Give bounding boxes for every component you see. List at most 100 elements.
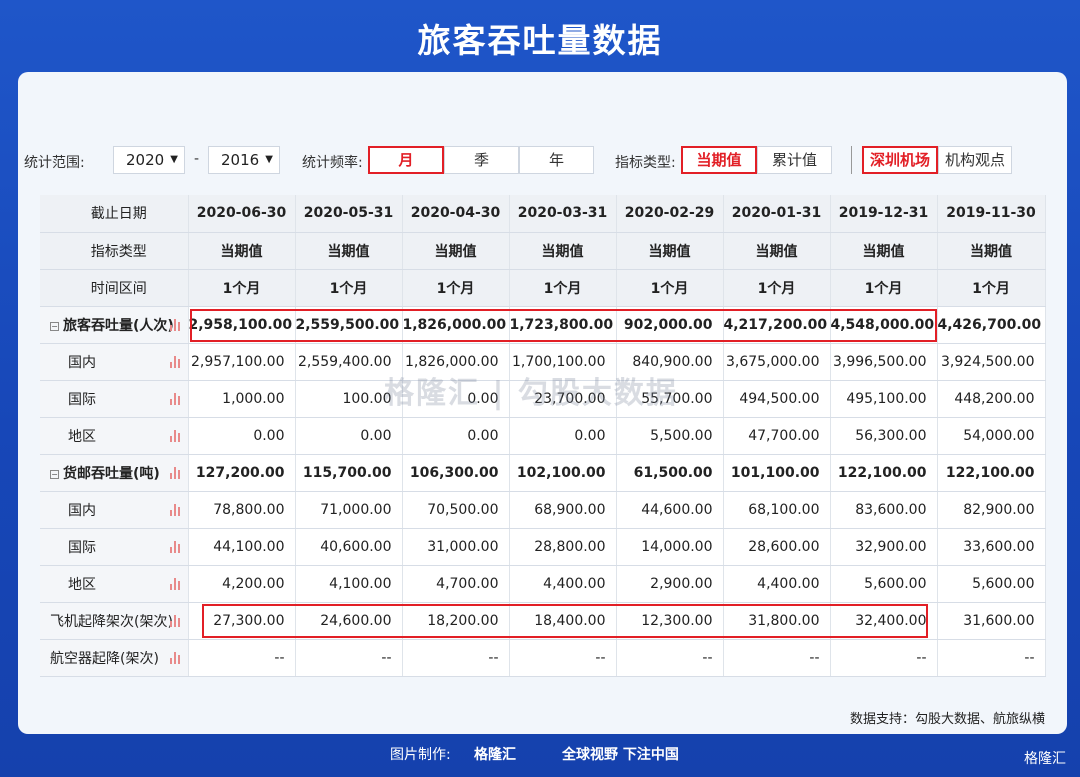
table-row: 国际 44,100.00 40,600.00 31,000.00 28,800.00 14… xyxy=(40,528,1046,566)
row-label-text: 货邮吞吐量(吨) xyxy=(63,465,160,482)
header-row: 时间区间 1个月 1个月 1个月 1个月 1个月 1个月 1个月 1个月 xyxy=(40,269,1046,307)
table-cell: 2,958,100.00 xyxy=(188,306,296,344)
table-cell: 82,900.00 xyxy=(937,491,1046,529)
row-label-text: 旅客吞吐量(人次) xyxy=(63,317,174,334)
table-cell: 4,548,000.00 xyxy=(830,306,938,344)
table-cell: 24,600.00 xyxy=(295,602,403,640)
table-cell: 32,900.00 xyxy=(830,528,938,566)
type-current-button[interactable]: 当期值 xyxy=(681,146,757,174)
table-cell: 5,600.00 xyxy=(937,565,1046,603)
table-cell: -- xyxy=(402,639,510,677)
table-cell: 902,000.00 xyxy=(616,306,724,344)
table-cell: 0.00 xyxy=(295,417,403,455)
airport-shenzhen-button[interactable]: 深圳机场 xyxy=(862,146,938,174)
collapse-icon[interactable]: − xyxy=(50,321,59,331)
table-cell: -- xyxy=(723,639,831,677)
header-cell: 1个月 xyxy=(937,269,1046,307)
row-label: 国内 xyxy=(40,343,189,381)
year-from-select[interactable]: 2020 ▼ xyxy=(113,146,185,174)
bar-chart-icon[interactable] xyxy=(169,355,180,368)
table-cell: 3,996,500.00 xyxy=(830,343,938,381)
page-title: 旅客吞吐量数据 xyxy=(417,21,663,60)
bar-chart-icon[interactable] xyxy=(169,577,180,590)
row-label: − 货邮吞吐量(吨) xyxy=(40,454,189,492)
row-label: 国际 xyxy=(40,528,189,566)
row-label-text: 地区 xyxy=(68,428,96,445)
table-cell: 18,400.00 xyxy=(509,602,617,640)
collapse-icon[interactable]: − xyxy=(50,469,59,479)
table-cell: 40,600.00 xyxy=(295,528,403,566)
table-cell: 0.00 xyxy=(509,417,617,455)
bar-chart-icon[interactable] xyxy=(169,614,180,627)
table-cell: 5,600.00 xyxy=(830,565,938,603)
row-label: 航空器起降(架次) xyxy=(40,639,189,677)
header-cell: 2019-11-30 xyxy=(937,195,1046,233)
bar-chart-icon[interactable] xyxy=(169,392,180,405)
freq-quarter-button[interactable]: 季 xyxy=(444,146,519,174)
footer: 图片制作: 格隆汇 全球视野 下注中国 xyxy=(0,744,1080,768)
row-label-text: 国内 xyxy=(68,354,96,371)
row-label: 国内 xyxy=(40,491,189,529)
header-cell: 1个月 xyxy=(188,269,296,307)
table-cell: 70,500.00 xyxy=(402,491,510,529)
table-cell: -- xyxy=(509,639,617,677)
row-label: − 旅客吞吐量(人次) xyxy=(40,306,189,344)
header-cell: 1个月 xyxy=(295,269,403,307)
header-cell: 1个月 xyxy=(402,269,510,307)
table-cell: 31,600.00 xyxy=(937,602,1046,640)
institution-view-button[interactable]: 机构观点 xyxy=(938,146,1012,174)
bar-chart-icon[interactable] xyxy=(169,429,180,442)
table-cell: 4,426,700.00 xyxy=(937,306,1046,344)
table-cell: 1,826,000.00 xyxy=(402,306,510,344)
range-dash: - xyxy=(194,151,200,167)
table-cell: 44,600.00 xyxy=(616,491,724,529)
table-cell: 4,400.00 xyxy=(509,565,617,603)
bar-chart-icon[interactable] xyxy=(169,651,180,664)
freq-month-button[interactable]: 月 xyxy=(368,146,444,174)
caret-down-icon: ▼ xyxy=(170,154,178,165)
table-cell: 2,559,500.00 xyxy=(295,306,403,344)
table-cell: 18,200.00 xyxy=(402,602,510,640)
freq-label: 统计频率: xyxy=(302,155,363,171)
table-cell: -- xyxy=(188,639,296,677)
freq-year-button[interactable]: 年 xyxy=(519,146,594,174)
table-cell: 101,100.00 xyxy=(723,454,831,492)
type-label: 指标类型: xyxy=(615,155,676,171)
bar-chart-icon[interactable] xyxy=(169,503,180,516)
table-cell: 56,300.00 xyxy=(830,417,938,455)
table-cell: 3,924,500.00 xyxy=(937,343,1046,381)
table-cell: 1,826,000.00 xyxy=(402,343,510,381)
range-label: 统计范围: xyxy=(24,155,85,171)
table-cell: 106,300.00 xyxy=(402,454,510,492)
table-cell: 3,675,000.00 xyxy=(723,343,831,381)
header-cell: 当期值 xyxy=(188,232,296,270)
bar-chart-icon[interactable] xyxy=(169,466,180,479)
type-cumulative-button[interactable]: 累计值 xyxy=(757,146,832,174)
data-source: 数据支持：勾股大数据、航旅纵横 xyxy=(849,712,1045,727)
table-row: 地区 0.00 0.00 0.00 0.00 5,500.00 47,700.00 56,30… xyxy=(40,417,1046,455)
table-row: 国内 78,800.00 71,000.00 70,500.00 68,900.00 44… xyxy=(40,491,1046,529)
table-cell: 2,900.00 xyxy=(616,565,724,603)
table-row: 飞机起降架次(架次) 27,300.00 24,600.00 18,200.00 18,… xyxy=(40,602,1046,640)
header-cell: 2020-05-31 xyxy=(295,195,403,233)
table-cell: -- xyxy=(830,639,938,677)
table-cell: 127,200.00 xyxy=(188,454,296,492)
bar-chart-icon[interactable] xyxy=(169,540,180,553)
row-label: 飞机起降架次(架次) xyxy=(40,602,189,640)
row-label-text: 国际 xyxy=(68,539,96,556)
table-cell: 31,000.00 xyxy=(402,528,510,566)
year-to-select[interactable]: 2016 ▼ xyxy=(208,146,280,174)
table-cell: 47,700.00 xyxy=(723,417,831,455)
table-cell: 28,800.00 xyxy=(509,528,617,566)
header-cell: 当期值 xyxy=(723,232,831,270)
header-cell: 2019-12-31 xyxy=(830,195,938,233)
bar-chart-icon[interactable] xyxy=(169,318,180,331)
row-label-text: 地区 xyxy=(68,576,96,593)
table-cell: 5,500.00 xyxy=(616,417,724,455)
table-cell: 14,000.00 xyxy=(616,528,724,566)
table-cell: 494,500.00 xyxy=(723,380,831,418)
table-cell: 33,600.00 xyxy=(937,528,1046,566)
table-cell: 55,700.00 xyxy=(616,380,724,418)
table-cell: 4,217,200.00 xyxy=(723,306,831,344)
table-cell: 71,000.00 xyxy=(295,491,403,529)
